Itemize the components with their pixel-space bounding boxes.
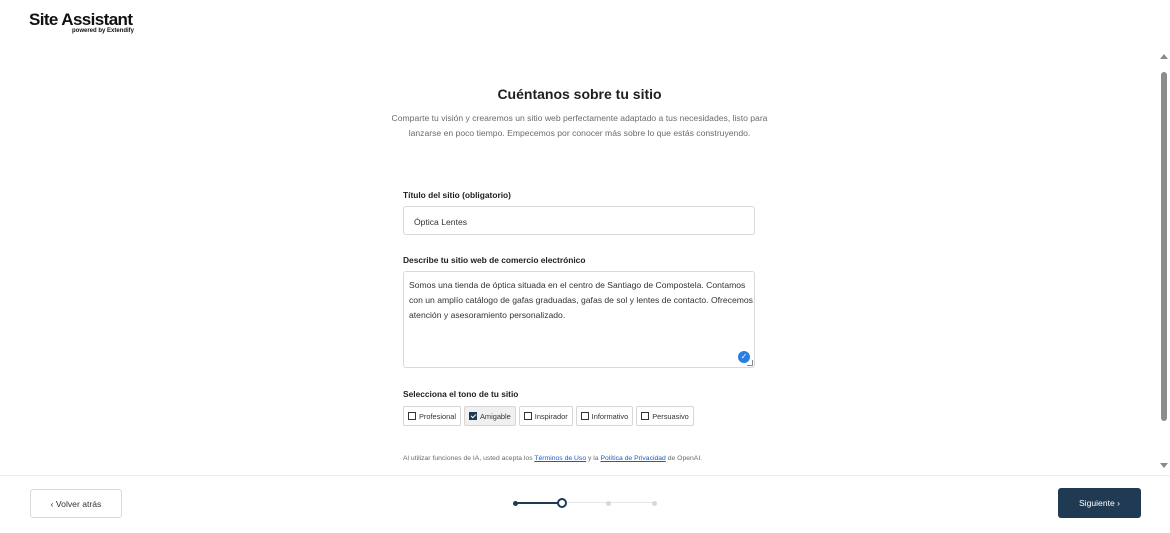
tone-option-label: Informativo	[591, 411, 629, 421]
tone-option-informativo[interactable]: Informativo	[575, 406, 634, 426]
checkbox-icon[interactable]	[641, 412, 650, 420]
stepper-dot	[512, 500, 518, 506]
stepper-connector	[562, 502, 608, 503]
tone-option-persuasivo[interactable]: Persuasivo	[636, 406, 694, 426]
privacy-link[interactable]: Política de Privacidad	[600, 455, 665, 462]
tone-option-profesional[interactable]: Profesional	[403, 406, 461, 426]
site-title-label: Título del sitio (obligatorio)	[403, 190, 511, 200]
scroll-up-arrow-icon[interactable]	[1160, 54, 1168, 59]
page-subtitle: Comparte tu visión y crearemos un sitio …	[391, 113, 768, 138]
scroll-down-arrow-icon[interactable]	[1160, 463, 1168, 468]
back-button[interactable]: ‹ Volver atrás	[30, 489, 122, 518]
brand-title: Site Assistant	[29, 10, 133, 29]
stepper-dot-current	[557, 498, 567, 508]
checkbox-icon[interactable]	[408, 412, 416, 420]
scrollbar-thumb[interactable]	[1161, 72, 1167, 421]
page-title: Cuéntanos sobre tu sitio	[497, 86, 662, 102]
site-title-input[interactable]: Óptica Lentes	[403, 206, 755, 235]
tone-option-amigable[interactable]: Amigable	[463, 406, 516, 426]
site-title-value: Óptica Lentes	[414, 217, 468, 227]
tone-option-label: Inspirador	[534, 411, 568, 421]
tone-option-label: Profesional	[419, 411, 456, 421]
description-value: Somos una tienda de óptica situada en el…	[409, 280, 753, 320]
footer-divider	[0, 475, 1170, 476]
next-button[interactable]: Siguiente ›	[1058, 488, 1141, 518]
stepper-connector	[608, 502, 654, 503]
brand-subtitle: powered by Extendify	[71, 28, 134, 34]
ai-legal-notice: Al utilizar funciones de IA, usted acept…	[403, 453, 756, 464]
scrollbar[interactable]	[1158, 50, 1170, 475]
tone-option-inspirador[interactable]: Inspirador	[518, 406, 573, 426]
stepper-dot	[651, 500, 657, 506]
legal-suffix: de OpenAI.	[665, 455, 703, 462]
checkbox-icon[interactable]	[523, 412, 532, 420]
brand-logo: Site Assistant powered by Extendify	[29, 10, 134, 35]
tone-option-label: Persuasivo	[652, 411, 689, 421]
legal-middle: y la	[586, 455, 601, 462]
checkbox-icon[interactable]	[580, 412, 589, 420]
tone-option-label: Amigable	[479, 411, 511, 421]
resize-handle[interactable]	[747, 360, 753, 366]
description-label: Describe tu sitio web de comercio electr…	[403, 255, 586, 265]
tone-label: Selecciona el tono de tu sitio	[403, 389, 519, 399]
terms-link[interactable]: Términos de Uso	[534, 455, 586, 462]
progress-stepper	[510, 496, 660, 510]
stepper-dot	[605, 500, 611, 506]
legal-prefix: Al utilizar funciones de IA, usted acept…	[403, 455, 535, 462]
description-textarea[interactable]: Somos una tienda de óptica situada en el…	[403, 271, 755, 368]
checkbox-icon[interactable]	[468, 412, 477, 420]
stepper-connector	[515, 502, 562, 504]
main-scroll-area[interactable]: Cuéntanos sobre tu sitio Comparte tu vis…	[0, 50, 1158, 475]
tone-options: Profesional Amigable Inspirador Informativo…	[403, 406, 694, 426]
